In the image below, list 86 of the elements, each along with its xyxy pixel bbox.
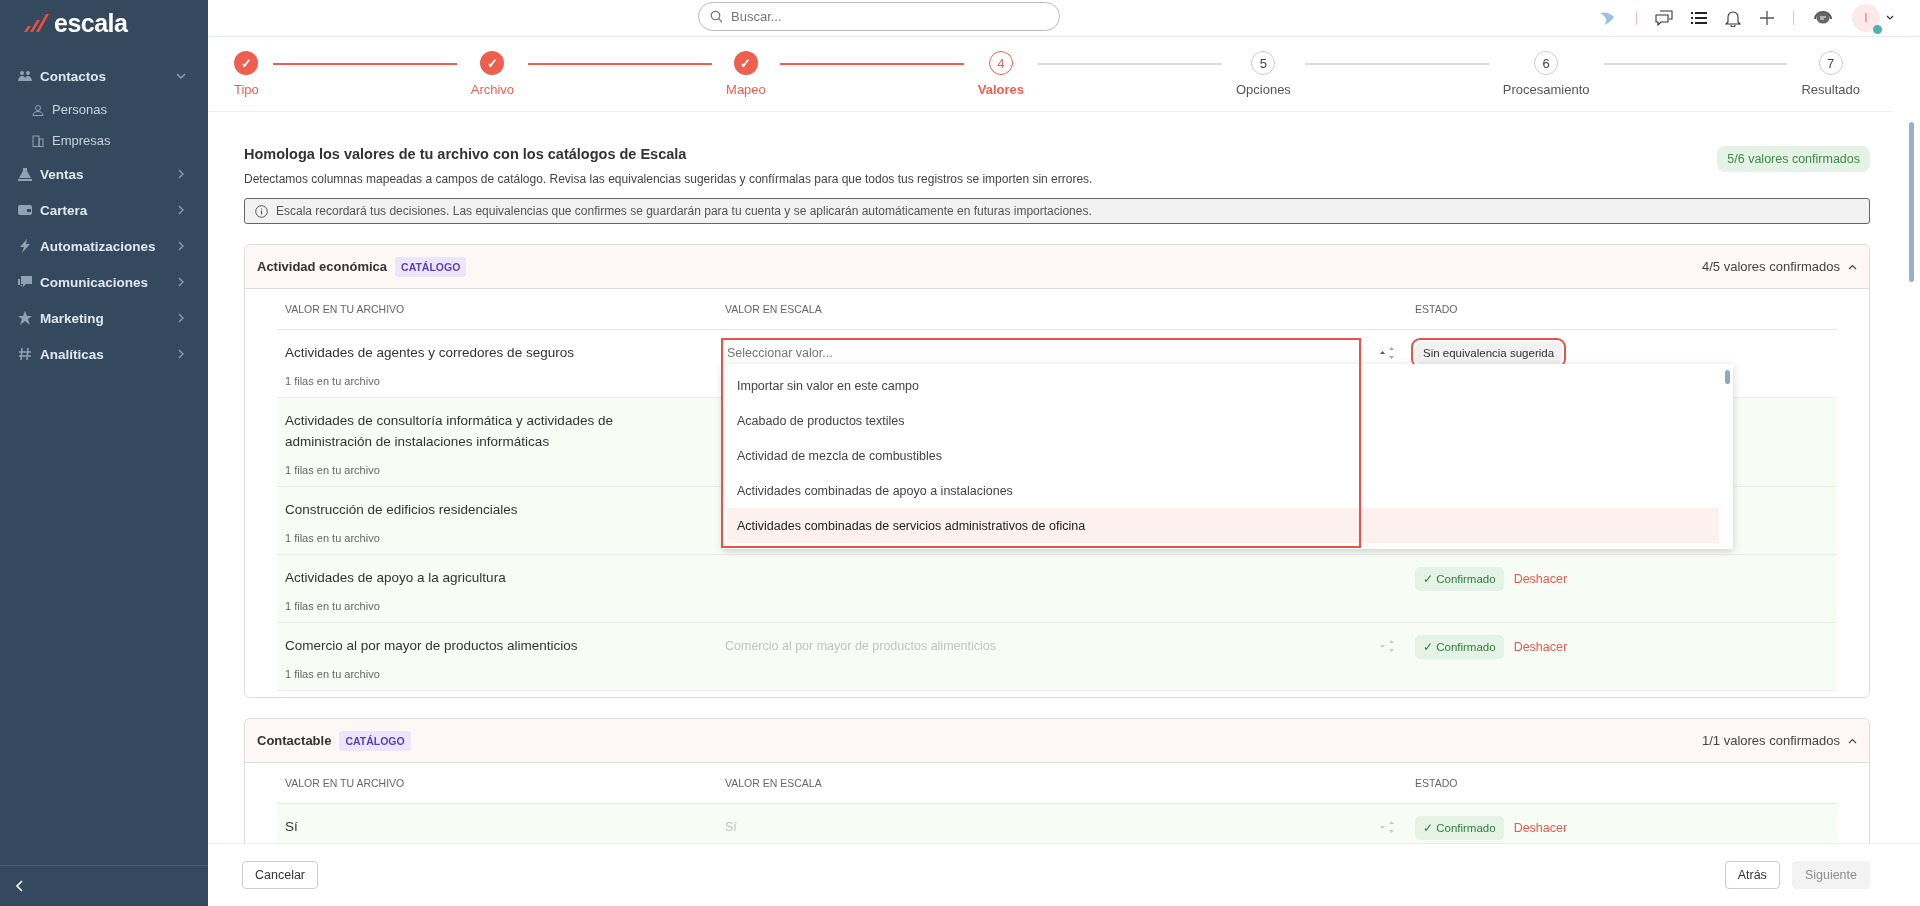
status-chip: ✓ Confirmado [1415, 635, 1504, 659]
page-title: Homologa los valores de tu archivo con los catálogos de Escala [244, 146, 688, 162]
logo-icon [22, 13, 50, 33]
search-field[interactable]: Buscar... [698, 2, 1060, 31]
column-header: VALOR EN ESCALA [725, 777, 823, 789]
column-header: ESTADO [1415, 777, 1459, 789]
file-value: Actividades de agentes y corredores de seguros [285, 344, 575, 362]
step-marker: ✓ [480, 51, 505, 75]
sidebar-item[interactable]: Automatizaciones [0, 228, 208, 264]
scrollbar[interactable] [1725, 370, 1730, 384]
file-value: Sí [285, 818, 299, 836]
back-button[interactable]: Atrás [1724, 861, 1780, 889]
chevron-icon [176, 71, 186, 81]
row-count: 1 filas en tu archivo [285, 464, 381, 476]
step-label[interactable]: Opciones [1235, 82, 1291, 97]
dropdown-option[interactable]: Actividades combinadas de apoyo a instalaciones [727, 473, 1719, 508]
dropdown-option[interactable]: Actividades combinadas de servicios administrativos de oficina [727, 508, 1719, 543]
hash-icon [18, 347, 32, 361]
chevron-icon [176, 205, 186, 215]
chevron-icon [176, 349, 186, 359]
section-header[interactable]: Contactable CATÁLOGO 1/1 valores confirmados [245, 719, 1869, 763]
cancel-button[interactable]: Cancelar [242, 861, 319, 889]
collapse-icon[interactable] [14, 880, 24, 892]
star-icon [18, 311, 32, 325]
file-value: Actividades de consultoría informática y actividades de administración de instalaciones informáticas [285, 412, 614, 451]
sidebar-item[interactable]: Comunicaciones [0, 264, 208, 300]
list-icon[interactable] [1691, 11, 1707, 25]
chevron-icon [176, 313, 186, 323]
row-count: 1 filas en tu archivo [285, 668, 381, 680]
people-icon [18, 69, 32, 83]
step-marker: ✓ [234, 51, 259, 75]
file-value: Construcción de edificios residenciales [285, 501, 519, 519]
step-marker: 4 [988, 51, 1013, 75]
sidebar-item[interactable]: Analíticas [0, 336, 208, 372]
sort-arrows-icon [1379, 346, 1397, 360]
row-count: 1 filas en tu archivo [285, 532, 381, 544]
value-select[interactable]: Seleccionar valor... [725, 346, 1379, 360]
sidebar-item[interactable]: Marketing [0, 300, 208, 336]
info-icon [255, 204, 268, 218]
catalog-tag: CATÁLOGO [339, 730, 411, 751]
chevron-icon [1848, 737, 1857, 744]
person-icon [32, 103, 44, 116]
step-label[interactable]: Resultado [1801, 82, 1860, 97]
sidebar-item[interactable]: Ventas [0, 156, 208, 192]
step-marker: ✓ [733, 51, 758, 75]
brand-name: escala [54, 8, 128, 38]
column-header: ESTADO [1415, 303, 1459, 315]
chevron-icon [176, 169, 186, 179]
sidebar-subitem[interactable]: Empresas [0, 125, 208, 156]
row-count: 1 filas en tu archivo [285, 375, 381, 387]
search-icon [710, 10, 723, 23]
status-chip: ✓ Confirmado [1415, 816, 1504, 840]
column-header: VALOR EN TU ARCHIVO [285, 777, 406, 789]
info-text: Escala recordará tus decisiones. Las equivalencias que confirmes se guardarán para tu cuenta y se aplicarán automáticamente en futuras importaciones. [276, 204, 1092, 218]
status-chip: ✓ Confirmado [1415, 567, 1504, 591]
caret-icon[interactable] [1886, 15, 1894, 21]
row-count: 1 filas en tu archivo [285, 600, 381, 612]
column-header: VALOR EN ESCALA [725, 303, 823, 315]
page-description: Detectamos columnas mapeadas a campos de catálogo. Revisa las equivalencias sugeridas y confírmalas para que todos tus registros se importen sin errores. [244, 172, 1093, 186]
chevron-icon [176, 277, 186, 287]
catalog-tag: CATÁLOGO [395, 256, 467, 277]
file-value: Comercio al por mayor de productos alimenticios [285, 637, 579, 655]
sort-arrows-icon [1379, 820, 1397, 834]
chevron-icon [1848, 263, 1857, 270]
section-header[interactable]: Actividad económica CATÁLOGO 4/5 valores confirmados [245, 245, 1869, 289]
lightning-icon [18, 239, 32, 253]
plus-icon[interactable] [1759, 10, 1775, 26]
chat-icon[interactable] [1655, 10, 1673, 26]
column-header: VALOR EN TU ARCHIVO [285, 303, 406, 315]
chat-icon [18, 275, 32, 289]
sort-arrows-icon [1379, 639, 1397, 653]
scrollbar[interactable] [1909, 122, 1914, 282]
dropdown-option[interactable]: Importar sin valor en este campo [727, 368, 1719, 403]
building-icon [32, 134, 44, 147]
sidebar-item[interactable]: Cartera [0, 192, 208, 228]
wallet-icon [18, 203, 32, 217]
bell-icon[interactable] [1725, 9, 1741, 27]
scale-icon [18, 167, 32, 181]
chevron-icon [176, 241, 186, 251]
file-value: Actividades de apoyo a la agricultura [285, 569, 507, 587]
sidebar-item[interactable]: Contactos [0, 58, 208, 94]
dropdown-option[interactable]: Actividad de mezcla de combustibles [727, 438, 1719, 473]
confirmed-summary: 5/6 valores confirmados [1717, 146, 1870, 172]
dropdown-option[interactable]: Acabado de productos textiles [727, 403, 1719, 438]
step-label[interactable]: Procesamiento [1502, 82, 1590, 97]
sidebar-subitem[interactable]: Personas [0, 94, 208, 125]
